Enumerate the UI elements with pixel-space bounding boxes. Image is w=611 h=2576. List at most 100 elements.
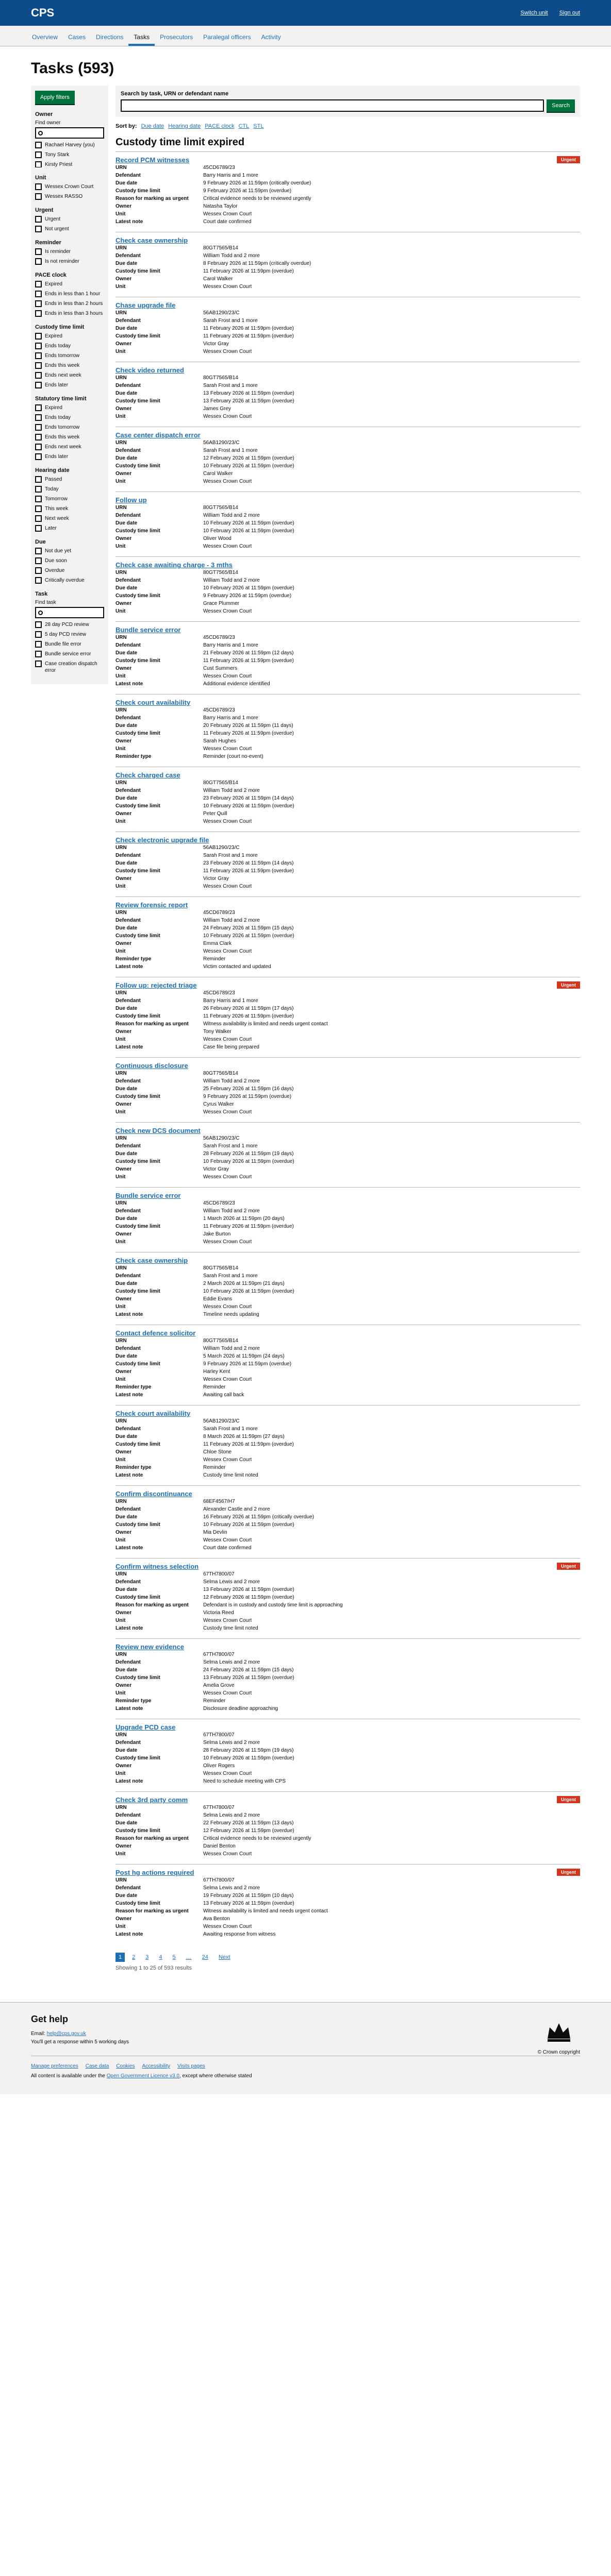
checkbox[interactable] [35,343,42,349]
checkbox[interactable] [35,557,42,564]
filter-option[interactable]: Overdue [35,567,104,574]
filter-option[interactable]: Is reminder [35,248,104,255]
brand-logo[interactable]: CPS [31,6,54,20]
checkbox[interactable] [35,300,42,307]
checkbox[interactable] [35,515,42,522]
sort-option[interactable]: CTL [238,123,249,129]
filter-option[interactable]: This week [35,505,104,512]
checkbox[interactable] [35,362,42,369]
checkbox[interactable] [35,372,42,379]
task-name-link[interactable]: Post hg actions required [115,1869,194,1876]
filter-option[interactable]: Ends in less than 1 hour [35,291,104,297]
next-page-link[interactable]: Next [216,1953,234,1962]
filter-option[interactable]: Wessex RASSO [35,193,104,200]
sign-out-link[interactable]: Sign out [559,10,580,16]
filter-option[interactable]: Ends in less than 3 hours [35,310,104,317]
checkbox[interactable] [35,476,42,483]
checkbox[interactable] [35,291,42,297]
filter-option[interactable]: Ends this week [35,362,104,369]
task-name-link[interactable]: Confirm witness selection [115,1563,199,1570]
filter-option[interactable]: 5 day PCD review [35,631,104,638]
filter-option[interactable]: Critically overdue [35,577,104,584]
page-link[interactable]: 24 [199,1953,211,1962]
filter-option[interactable]: Expired [35,404,104,411]
checkbox[interactable] [35,548,42,554]
filter-option[interactable]: Bundle file error [35,641,104,648]
footer-link[interactable]: Manage preferences [31,2063,78,2069]
checkbox[interactable] [35,248,42,255]
task-name-link[interactable]: Check 3rd party comm [115,1796,188,1804]
filter-option[interactable]: Ends today [35,343,104,349]
page-link[interactable]: 5 [170,1953,179,1962]
filter-option[interactable]: Is not reminder [35,258,104,265]
licence-link[interactable]: Open Government Licence v3.0 [107,2073,179,2079]
task-name-link[interactable]: Review new evidence [115,1643,184,1651]
checkbox[interactable] [35,577,42,584]
page-link[interactable]: 2 [129,1953,138,1962]
copyright[interactable]: © Crown copyright [538,2049,580,2055]
filter-option[interactable]: 28 day PCD review [35,621,104,628]
checkbox[interactable] [35,382,42,388]
task-name-link[interactable]: Check new DCS document [115,1127,201,1134]
page-link[interactable]: 3 [142,1953,152,1962]
filter-option[interactable]: Ends later [35,382,104,388]
filter-option[interactable]: Case creation dispatch error [35,660,104,674]
task-name-link[interactable]: Check case ownership [115,1257,188,1264]
sort-option[interactable]: STL [253,123,263,129]
filter-option[interactable]: Ends next week [35,372,104,379]
nav-item-cases[interactable]: Cases [63,33,91,46]
filter-option[interactable]: Tony Stark [35,151,104,158]
checkbox[interactable] [35,142,42,148]
checkbox[interactable] [35,434,42,440]
filter-option[interactable]: Rachael Harvey (you) [35,142,104,148]
checkbox[interactable] [35,486,42,493]
task-name-link[interactable]: Contact defence solicitor [115,1329,195,1337]
search-input[interactable] [121,99,544,112]
task-name-link[interactable]: Continuous disclosure [115,1062,188,1070]
nav-item-directions[interactable]: Directions [91,33,128,46]
checkbox[interactable] [35,424,42,431]
filter-search-input[interactable] [35,607,104,618]
checkbox[interactable] [35,621,42,628]
checkbox[interactable] [35,226,42,232]
sort-option[interactable]: Hearing date [168,123,201,129]
checkbox[interactable] [35,453,42,460]
footer-link[interactable]: Case data [86,2063,109,2069]
checkbox[interactable] [35,193,42,200]
footer-link[interactable]: Cookies [116,2063,135,2069]
checkbox[interactable] [35,414,42,421]
task-name-link[interactable]: Check case awaiting charge - 3 mths [115,561,233,569]
filter-option[interactable]: Ends this week [35,434,104,440]
filter-option[interactable]: Next week [35,515,104,522]
filter-option[interactable]: Urgent [35,216,104,223]
page-link[interactable]: 4 [156,1953,165,1962]
footer-link[interactable]: Visits pages [177,2063,205,2069]
apply-filters-button[interactable]: Apply filters [35,91,75,104]
task-name-link[interactable]: Follow up [115,496,147,504]
task-name-link[interactable]: Upgrade PCD case [115,1723,175,1731]
filter-option[interactable]: Tomorrow [35,496,104,502]
checkbox[interactable] [35,161,42,167]
filter-option[interactable]: Ends later [35,453,104,460]
checkbox[interactable] [35,505,42,512]
filter-option[interactable]: Today [35,486,104,493]
email-link[interactable]: help@cps.gov.uk [47,2031,86,2037]
sort-option[interactable]: Due date [141,123,164,129]
task-name-link[interactable]: Bundle service error [115,626,180,634]
checkbox[interactable] [35,352,42,359]
search-button[interactable]: Search [547,99,575,112]
checkbox[interactable] [35,333,42,340]
checkbox[interactable] [35,444,42,450]
checkbox[interactable] [35,641,42,648]
filter-option[interactable]: Bundle service error [35,651,104,657]
task-name-link[interactable]: Bundle service error [115,1192,180,1199]
checkbox[interactable] [35,258,42,265]
task-name-link[interactable]: Case center dispatch error [115,431,201,439]
nav-item-paralegal-officers[interactable]: Paralegal officers [198,33,256,46]
nav-item-overview[interactable]: Overview [27,33,63,46]
task-name-link[interactable]: Follow up: rejected triage [115,981,196,989]
task-name-link[interactable]: Confirm discontinuance [115,1490,192,1498]
task-name-link[interactable]: Review forensic report [115,901,188,909]
filter-option[interactable]: Ends tomorrow [35,424,104,431]
checkbox[interactable] [35,151,42,158]
